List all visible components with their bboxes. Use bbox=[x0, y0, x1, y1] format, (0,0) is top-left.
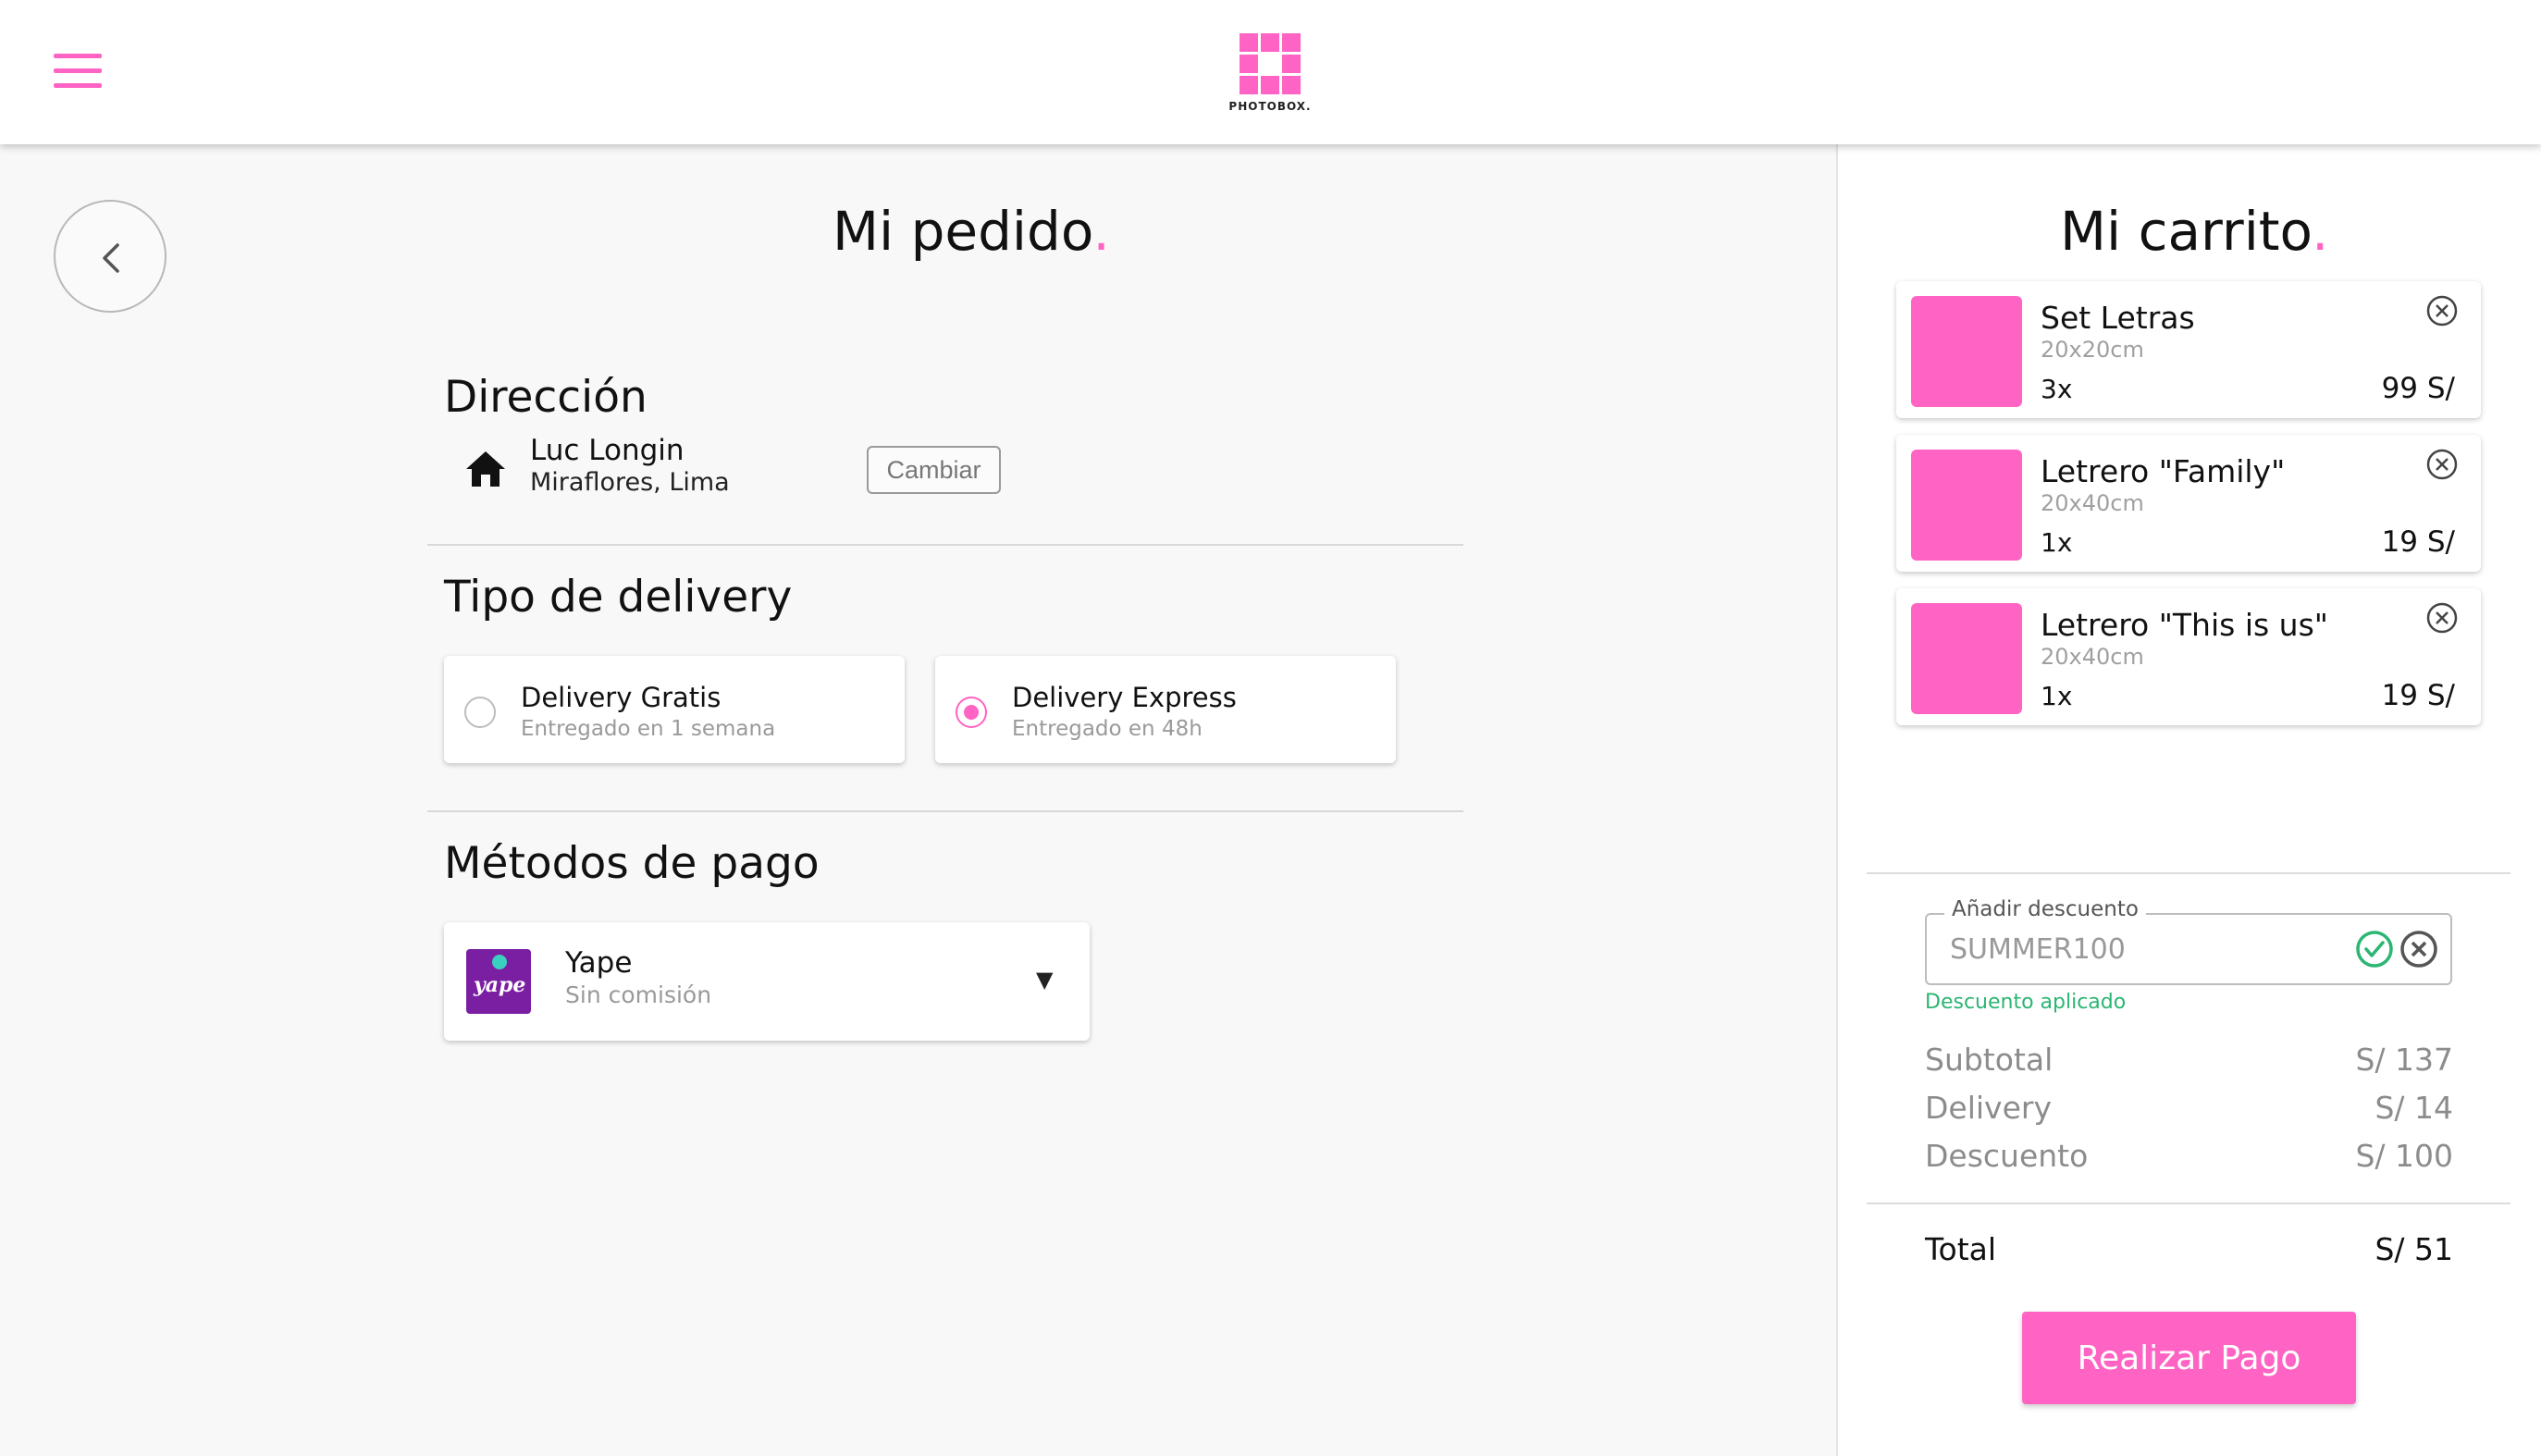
cart-item-name: Letrero "This is us" bbox=[2041, 607, 2328, 643]
yape-logo-text: yape bbox=[474, 973, 526, 997]
delivery-option-title: Delivery Express bbox=[1012, 682, 1237, 713]
subtotal-label: Subtotal bbox=[1925, 1042, 2054, 1078]
hamburger-menu-icon[interactable] bbox=[54, 54, 102, 89]
cart-item-price: 99 S/ bbox=[2381, 372, 2455, 405]
payment-method-subtitle: Sin comisión bbox=[565, 981, 712, 1008]
logo-text: PHOTOBOX. bbox=[1228, 100, 1312, 113]
cart-item-size: 20x20cm bbox=[2041, 337, 2144, 363]
divider bbox=[1867, 872, 2510, 874]
page-title: Mi pedido. bbox=[833, 200, 1110, 263]
clear-discount-icon[interactable] bbox=[2399, 930, 2438, 969]
subtotal-value: S/ 137 bbox=[2355, 1042, 2453, 1078]
remove-item-icon[interactable] bbox=[2425, 294, 2459, 327]
cart-item-size: 20x40cm bbox=[2041, 644, 2144, 670]
cart-title: Mi carrito. bbox=[2060, 200, 2329, 263]
remove-item-icon[interactable] bbox=[2425, 448, 2459, 481]
logo-grid-icon bbox=[1240, 33, 1301, 94]
discount-label: Añadir descuento bbox=[1944, 897, 2146, 921]
divider bbox=[1867, 1203, 2510, 1204]
radio-button[interactable] bbox=[464, 697, 496, 728]
delivery-option-subtitle: Entregado en 1 semana bbox=[521, 717, 776, 741]
product-thumbnail bbox=[1911, 296, 2022, 407]
divider bbox=[427, 544, 1463, 546]
delivery-value: S/ 14 bbox=[2374, 1090, 2453, 1126]
product-thumbnail bbox=[1911, 603, 2022, 714]
delivery-option-express[interactable]: Delivery Express Entregado en 48h bbox=[935, 656, 1396, 763]
cart-item-qty: 3x bbox=[2041, 374, 2073, 404]
cart-item: Set Letras 20x20cm 3x 99 S/ bbox=[1896, 281, 2481, 418]
yape-dot-icon bbox=[492, 955, 507, 969]
cart-item-name: Letrero "Family" bbox=[2041, 453, 2286, 489]
total-label: Total bbox=[1925, 1231, 1997, 1267]
cart-item: Letrero "Family" 20x40cm 1x 19 S/ bbox=[1896, 435, 2481, 572]
chevron-left-icon bbox=[103, 243, 119, 273]
discount-summary-label: Descuento bbox=[1925, 1138, 2089, 1174]
check-circle-icon bbox=[2356, 931, 2393, 968]
delivery-option-subtitle: Entregado en 48h bbox=[1012, 717, 1203, 741]
home-icon bbox=[466, 451, 505, 487]
delivery-label: Delivery bbox=[1925, 1090, 2052, 1126]
cart-item-name: Set Letras bbox=[2041, 300, 2195, 336]
payment-heading: Métodos de pago bbox=[444, 838, 820, 889]
delivery-option-gratis[interactable]: Delivery Gratis Entregado en 1 semana bbox=[444, 656, 905, 763]
payment-method-title: Yape bbox=[565, 946, 633, 980]
cart-item-price: 19 S/ bbox=[2381, 679, 2455, 712]
remove-item-icon[interactable] bbox=[2425, 601, 2459, 635]
payment-method-select[interactable]: yape Yape Sin comisión ▼ bbox=[444, 922, 1090, 1041]
order-panel: Mi pedido. Dirección Luc Longin Miraflor… bbox=[0, 144, 1836, 1456]
cart-item-size: 20x40cm bbox=[2041, 490, 2144, 516]
discount-summary-value: S/ 100 bbox=[2355, 1138, 2453, 1174]
radio-button-selected[interactable] bbox=[956, 697, 987, 728]
dropdown-caret-icon[interactable]: ▼ bbox=[1036, 967, 1053, 993]
top-bar: PHOTOBOX. bbox=[0, 0, 2541, 144]
address-city: Miraflores, Lima bbox=[530, 468, 730, 497]
change-address-button[interactable]: Cambiar bbox=[867, 446, 1001, 494]
discount-input[interactable] bbox=[1950, 929, 2338, 969]
cart-item-price: 19 S/ bbox=[2381, 525, 2455, 559]
cart-item-qty: 1x bbox=[2041, 681, 2073, 711]
cart-item: Letrero "This is us" 20x40cm 1x 19 S/ bbox=[1896, 588, 2481, 725]
delivery-option-title: Delivery Gratis bbox=[521, 682, 722, 713]
yape-logo: yape bbox=[466, 949, 531, 1014]
cart-item-qty: 1x bbox=[2041, 527, 2073, 558]
address-heading: Dirección bbox=[444, 372, 648, 423]
photobox-logo[interactable]: PHOTOBOX. bbox=[1228, 33, 1312, 117]
pay-button[interactable]: Realizar Pago bbox=[2022, 1312, 2356, 1404]
address-name: Luc Longin bbox=[530, 434, 685, 467]
back-button[interactable] bbox=[54, 200, 167, 313]
total-value: S/ 51 bbox=[2374, 1231, 2453, 1267]
discount-status: Descuento aplicado bbox=[1925, 991, 2127, 1014]
product-thumbnail bbox=[1911, 450, 2022, 561]
divider bbox=[427, 810, 1463, 812]
delivery-heading: Tipo de delivery bbox=[444, 572, 793, 623]
